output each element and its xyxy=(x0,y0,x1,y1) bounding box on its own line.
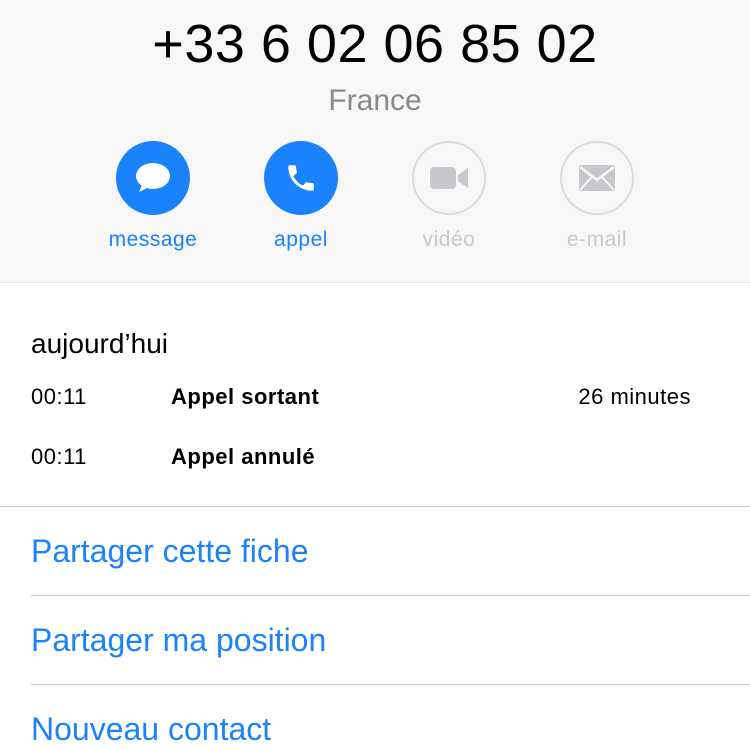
contact-header: +33 6 02 06 85 02 France message appel v… xyxy=(0,0,750,283)
email-label: e-mail xyxy=(566,228,628,251)
recents-date-header: aujourd’hui xyxy=(31,328,168,359)
call-type: Appel sortant xyxy=(171,384,320,409)
phone-number: +33 6 02 06 85 02 xyxy=(152,14,598,74)
envelope-icon xyxy=(579,165,615,191)
email-button xyxy=(560,141,634,215)
call-history-row: 00:11 Appel annulé xyxy=(31,441,721,473)
call-time: 00:11 xyxy=(31,444,87,469)
call-time: 00:11 xyxy=(31,384,87,409)
email-action: e-mail xyxy=(517,141,677,253)
call-history-row: 00:11 Appel sortant 26 minutes xyxy=(31,381,721,413)
call-duration: 26 minutes xyxy=(578,384,691,409)
phone-icon xyxy=(288,165,314,191)
message-action[interactable]: message xyxy=(73,141,233,253)
video-button xyxy=(412,141,486,215)
call-action[interactable]: appel xyxy=(221,141,381,253)
call-button[interactable] xyxy=(264,141,338,215)
country-label: France xyxy=(328,84,422,117)
divider xyxy=(31,684,750,685)
video-camera-icon xyxy=(430,167,468,189)
divider xyxy=(0,506,750,507)
divider xyxy=(31,595,750,596)
call-type: Appel annulé xyxy=(171,444,316,469)
share-location-link[interactable]: Partager ma position xyxy=(31,620,326,660)
message-label: message xyxy=(108,228,198,251)
video-label: vidéo xyxy=(422,228,476,251)
message-button[interactable] xyxy=(116,141,190,215)
video-action: vidéo xyxy=(369,141,529,253)
message-bubble-icon xyxy=(136,163,170,192)
call-label: appel xyxy=(274,228,328,251)
share-contact-link[interactable]: Partager cette fiche xyxy=(31,531,308,571)
new-contact-link[interactable]: Nouveau contact xyxy=(31,709,271,749)
